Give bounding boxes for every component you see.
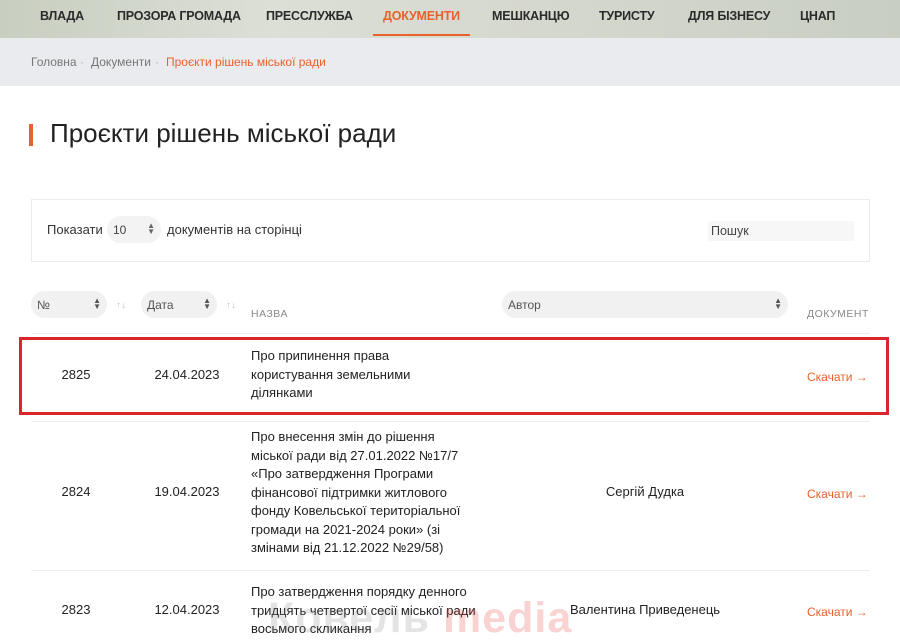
select-arrows-icon: ▲ ▼ bbox=[203, 296, 211, 311]
select-arrows-icon: ▲ ▼ bbox=[93, 296, 101, 311]
breadcrumb-home[interactable]: Головна bbox=[31, 55, 77, 69]
nav-item-tourists[interactable]: ТУРИСТУ bbox=[599, 0, 655, 36]
show-label: Показати bbox=[47, 222, 103, 237]
highlight-box bbox=[19, 337, 889, 415]
column-header-number[interactable]: № ▲ ▼ bbox=[31, 291, 107, 318]
top-navigation: ВЛАДА ПРОЗОРА ГРОМАДА ПРЕССЛУЖБА ДОКУМЕН… bbox=[0, 0, 900, 38]
row-author: Сергій Дудка bbox=[605, 484, 685, 499]
breadcrumb-separator: · bbox=[155, 55, 159, 69]
arrow-right-icon: → bbox=[855, 605, 868, 619]
download-link[interactable]: Скачати → bbox=[807, 485, 868, 504]
breadcrumb-documents[interactable]: Документи bbox=[91, 55, 151, 69]
column-header-author[interactable]: Автор ▲ ▼ bbox=[502, 291, 788, 318]
nav-item-cnap[interactable]: ЦНАП bbox=[800, 0, 835, 36]
documents-per-page-label: документів на сторінці bbox=[167, 222, 302, 237]
sort-arrows-icon[interactable]: ↑↓ bbox=[226, 300, 236, 311]
row-number: 2823 bbox=[61, 602, 91, 617]
column-header-date-label: Дата bbox=[147, 298, 174, 312]
select-arrows-icon: ▲ ▼ bbox=[147, 221, 155, 236]
column-header-document: ДОКУМЕНТ bbox=[807, 308, 869, 320]
watermark: Ковель media bbox=[268, 594, 572, 641]
row-date: 12.04.2023 bbox=[154, 602, 220, 617]
sort-arrows-icon[interactable]: ↑↓ bbox=[116, 300, 126, 311]
column-header-author-label: Автор bbox=[508, 298, 541, 312]
nav-item-vlada[interactable]: ВЛАДА bbox=[40, 0, 84, 36]
breadcrumb-separator: · bbox=[80, 55, 84, 69]
row-date: 19.04.2023 bbox=[154, 484, 220, 499]
select-arrows-icon: ▲ ▼ bbox=[774, 296, 782, 311]
arrow-right-icon: → bbox=[855, 487, 868, 501]
download-label: Скачати bbox=[807, 605, 853, 619]
breadcrumb: Головна · Документи · Проєкти рішень міс… bbox=[0, 38, 900, 86]
nav-item-transparent-community[interactable]: ПРОЗОРА ГРОМАДА bbox=[117, 0, 241, 36]
column-header-date[interactable]: Дата ▲ ▼ bbox=[141, 291, 217, 318]
search-input[interactable] bbox=[708, 221, 854, 241]
watermark-text-media: media bbox=[443, 594, 573, 641]
per-page-select[interactable]: 10 ▲ ▼ bbox=[107, 216, 161, 243]
per-page-value: 10 bbox=[113, 223, 127, 237]
breadcrumb-current: Проєкти рішень міської ради bbox=[166, 55, 326, 69]
download-label: Скачати bbox=[807, 487, 853, 501]
row-divider bbox=[31, 421, 870, 422]
row-title: Про внесення змін до рішення міської рад… bbox=[251, 429, 461, 555]
row-number: 2824 bbox=[61, 484, 91, 499]
nav-item-press-service[interactable]: ПРЕССЛУЖБА bbox=[266, 0, 353, 36]
download-link[interactable]: Скачати → bbox=[807, 603, 868, 622]
row-divider bbox=[31, 570, 870, 571]
column-header-name: НАЗВА bbox=[251, 308, 288, 320]
watermark-text-kovel: Ковель bbox=[268, 594, 431, 641]
row-author: Валентина Приведенець bbox=[569, 602, 721, 617]
table-filters: Показати 10 ▲ ▼ документів на сторінці bbox=[31, 199, 870, 262]
row-divider bbox=[31, 333, 870, 334]
column-header-number-label: № bbox=[37, 298, 50, 312]
page-title: Проєкти рішень міської ради bbox=[50, 118, 397, 148]
nav-item-business[interactable]: ДЛЯ БІЗНЕСУ bbox=[688, 0, 770, 36]
nav-item-documents[interactable]: ДОКУМЕНТИ bbox=[373, 0, 470, 36]
title-accent-bar bbox=[29, 124, 33, 146]
nav-item-residents[interactable]: МЕШКАНЦЮ bbox=[492, 0, 570, 36]
